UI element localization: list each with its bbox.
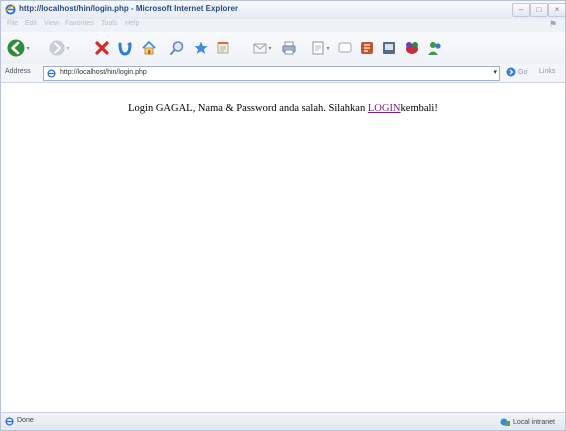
toolbar: ▾ ▾ ▾ ▾ bbox=[1, 32, 565, 65]
home-button[interactable] bbox=[139, 37, 159, 59]
mail-button[interactable]: ▾ bbox=[249, 37, 275, 59]
people-icon bbox=[428, 42, 441, 55]
edit-page-icon bbox=[312, 41, 324, 55]
page-icon bbox=[47, 69, 56, 78]
address-bar: Address http://localhost/hin/login.php ▾… bbox=[1, 64, 565, 83]
message-text-after: kembali! bbox=[400, 103, 438, 114]
research-icon bbox=[361, 42, 373, 54]
windows-flag-icon: ⚑ bbox=[549, 19, 558, 29]
messenger-people-button[interactable] bbox=[425, 37, 445, 59]
discuss-icon bbox=[338, 42, 352, 53]
search-button[interactable] bbox=[167, 37, 187, 59]
window-title: http://localhost/hin/login.php - Microso… bbox=[19, 4, 239, 13]
go-arrow-icon bbox=[506, 67, 516, 77]
menu-edit[interactable]: Edit bbox=[25, 20, 37, 27]
title-bar: http://localhost/hin/login.php - Microso… bbox=[1, 1, 565, 20]
address-label: Address bbox=[5, 68, 31, 75]
mail-dropdown-icon[interactable]: ▾ bbox=[268, 45, 271, 52]
local-intranet-icon bbox=[500, 418, 510, 426]
close-button[interactable]: × bbox=[548, 3, 565, 17]
zone-label: Local intranet bbox=[512, 418, 555, 426]
favorites-button[interactable] bbox=[191, 37, 211, 59]
forward-dropdown-icon[interactable]: ▾ bbox=[66, 45, 69, 52]
menu-bar: File Edit View Favorites Tools Help ⚑ bbox=[1, 19, 565, 33]
history-button[interactable] bbox=[213, 37, 233, 59]
stop-icon bbox=[95, 41, 109, 55]
status-bar: Done Local intranet bbox=[1, 412, 565, 430]
links-button[interactable]: Links bbox=[539, 68, 555, 75]
stop-button[interactable] bbox=[92, 37, 112, 59]
mail-icon bbox=[253, 43, 267, 54]
message-text-before: Login GAGAL, Nama & Password anda salah.… bbox=[128, 103, 368, 114]
back-arrow-icon bbox=[7, 39, 25, 57]
messenger-icon bbox=[383, 42, 395, 54]
security-zone: Local intranet bbox=[500, 417, 555, 427]
messenger-button[interactable] bbox=[379, 37, 399, 59]
history-icon bbox=[217, 42, 229, 54]
favorites-star-icon bbox=[194, 41, 208, 54]
research-button[interactable] bbox=[357, 37, 377, 59]
minimize-button[interactable]: – bbox=[512, 3, 530, 17]
print-button[interactable] bbox=[279, 37, 299, 59]
ie-logo-icon bbox=[5, 4, 16, 15]
edit-button[interactable]: ▾ bbox=[307, 37, 333, 59]
login-failed-message: Login GAGAL, Nama & Password anda salah.… bbox=[1, 103, 565, 114]
tools-bug-icon bbox=[406, 42, 418, 54]
back-dropdown-icon[interactable]: ▾ bbox=[26, 45, 29, 52]
forward-button[interactable]: ▾ bbox=[47, 37, 71, 59]
home-icon bbox=[142, 40, 156, 55]
search-icon bbox=[170, 41, 184, 55]
menu-file[interactable]: File bbox=[7, 20, 18, 27]
status-page-icon bbox=[5, 417, 14, 426]
forward-arrow-icon bbox=[49, 40, 66, 56]
go-button[interactable]: Go bbox=[506, 67, 527, 77]
menu-favorites[interactable]: Favorites bbox=[65, 20, 94, 27]
back-button[interactable]: ▾ bbox=[5, 37, 31, 59]
address-input[interactable]: http://localhost/hin/login.php ▾ bbox=[43, 66, 500, 81]
address-dropdown-icon[interactable]: ▾ bbox=[493, 68, 497, 76]
go-label: Go bbox=[518, 68, 528, 76]
tools-button[interactable] bbox=[401, 37, 423, 59]
maximize-button[interactable]: □ bbox=[530, 3, 548, 17]
print-icon bbox=[282, 41, 296, 55]
address-url[interactable]: http://localhost/hin/login.php bbox=[60, 69, 147, 76]
login-link[interactable]: LOGIN bbox=[368, 103, 401, 114]
status-text: Done bbox=[17, 417, 34, 424]
edit-dropdown-icon[interactable]: ▾ bbox=[326, 45, 329, 52]
menu-tools[interactable]: Tools bbox=[101, 20, 117, 27]
menu-view[interactable]: View bbox=[44, 20, 59, 27]
browser-window: http://localhost/hin/login.php - Microso… bbox=[0, 0, 566, 431]
refresh-icon bbox=[118, 42, 132, 56]
menu-help[interactable]: Help bbox=[125, 20, 139, 27]
discuss-button[interactable] bbox=[335, 37, 355, 59]
refresh-button[interactable] bbox=[115, 37, 135, 59]
page-content: Login GAGAL, Nama & Password anda salah.… bbox=[1, 83, 565, 414]
